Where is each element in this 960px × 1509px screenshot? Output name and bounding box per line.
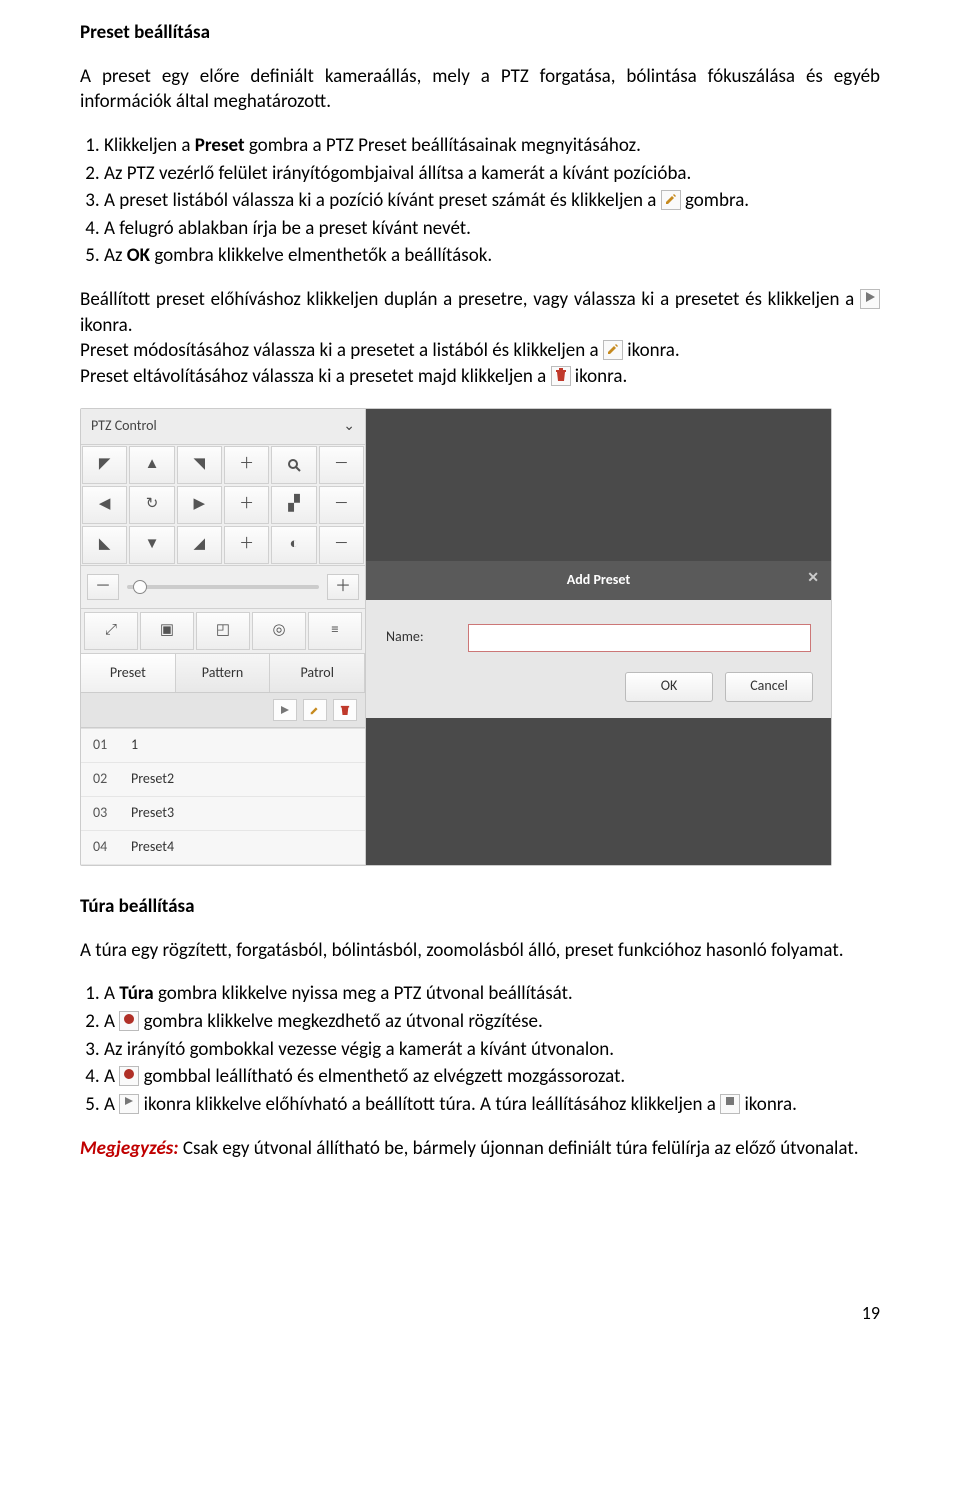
zoom-minus-button[interactable]: － xyxy=(319,446,364,484)
feat-menu-button[interactable]: ≡ xyxy=(308,612,362,650)
step-2: Az PTZ vezérlő felület irányítógombjaiva… xyxy=(104,161,880,187)
ptz-screenshot: PTZ Control ⌄ ◤ ▲ ◥ ＋ － ◀ ↻ ▶ ＋ ▞ － ◣ ▼ … xyxy=(80,408,832,866)
add-preset-dialog: Add Preset ✕ Name: OK Cancel xyxy=(366,561,831,718)
list-item[interactable]: 03Preset3 xyxy=(81,797,365,831)
dialog-header: Add Preset ✕ xyxy=(366,561,831,600)
dir-up-button[interactable]: ▲ xyxy=(129,446,174,484)
edit-icon xyxy=(661,190,681,210)
preset-call-para: Beállított preset előhíváshoz klikkeljen… xyxy=(80,287,880,390)
preset-steps: Klikkeljen a Preset gombra a PTZ Preset … xyxy=(80,133,880,269)
step-4: A felugró ablakban írja be a preset kívá… xyxy=(104,216,880,242)
ok-button[interactable]: OK xyxy=(625,672,713,702)
dir-upleft-button[interactable]: ◤ xyxy=(82,446,127,484)
dir-down-button[interactable]: ▼ xyxy=(129,526,174,564)
tour-intro: A túra egy rögzített, forgatásból, bólin… xyxy=(80,938,880,964)
tour-note: Megjegyzés: Csak egy útvonal állítható b… xyxy=(80,1136,880,1162)
chevron-down-icon: ⌄ xyxy=(343,417,355,436)
preset-delete-button[interactable] xyxy=(333,699,357,721)
record-icon xyxy=(119,1011,139,1031)
tour-step-2: A gombra klikkelve megkezdhető az útvona… xyxy=(104,1009,880,1035)
speed-slider: － ＋ xyxy=(81,565,365,609)
preset-toolbar xyxy=(81,692,365,728)
zoom-plus-button[interactable]: ＋ xyxy=(224,446,269,484)
trash-icon xyxy=(551,366,571,386)
step-3: A preset listából válassza ki a pozíció … xyxy=(104,188,880,214)
feat-center-button[interactable]: ◎ xyxy=(252,612,306,650)
dir-downleft-button[interactable]: ◣ xyxy=(82,526,127,564)
list-item[interactable]: 02Preset2 xyxy=(81,763,365,797)
section-title-preset: Preset beállítása xyxy=(80,20,880,46)
preset-name-input[interactable] xyxy=(468,624,811,652)
cancel-button[interactable]: Cancel xyxy=(725,672,813,702)
tour-step-3: Az irányító gombokkal vezesse végig a ka… xyxy=(104,1037,880,1063)
dir-upright-button[interactable]: ◥ xyxy=(177,446,222,484)
speed-minus-button[interactable]: － xyxy=(87,574,119,600)
tab-patrol[interactable]: Patrol xyxy=(270,654,365,693)
note-label: Megjegyzés: xyxy=(80,1137,179,1160)
preset-call-button[interactable] xyxy=(273,699,297,721)
feat-frame-button[interactable]: ▣ xyxy=(140,612,194,650)
section-title-tour: Túra beállítása xyxy=(80,894,880,920)
dir-right-button[interactable]: ▶ xyxy=(177,486,222,524)
iris-minus-button[interactable]: － xyxy=(319,526,364,564)
preset-edit-button[interactable] xyxy=(303,699,327,721)
name-label: Name: xyxy=(386,628,454,647)
tour-step-4: A gombbal leállítható és elmenthető az e… xyxy=(104,1064,880,1090)
ptz-panel: PTZ Control ⌄ ◤ ▲ ◥ ＋ － ◀ ↻ ▶ ＋ ▞ － ◣ ▼ … xyxy=(81,409,366,865)
list-item[interactable]: 04Preset4 xyxy=(81,831,365,865)
ptz-tabs: Preset Pattern Patrol xyxy=(81,653,365,693)
list-item[interactable]: 011 xyxy=(81,729,365,763)
iris-plus-button[interactable]: ＋ xyxy=(224,526,269,564)
zoom-icon[interactable] xyxy=(271,446,316,484)
ptz-title: PTZ Control xyxy=(91,417,157,436)
ptz-preview: Add Preset ✕ Name: OK Cancel xyxy=(366,409,831,865)
edit-icon xyxy=(603,340,623,360)
tour-step-1: A Túra gombra klikkelve nyissa meg a PTZ… xyxy=(104,981,880,1007)
focus-plus-button[interactable]: ＋ xyxy=(224,486,269,524)
feat-3d-button[interactable]: ◰ xyxy=(196,612,250,650)
stop-icon xyxy=(720,1094,740,1114)
tour-steps: A Túra gombra klikkelve nyissa meg a PTZ… xyxy=(80,981,880,1117)
preset-intro: A preset egy előre definiált kameraállás… xyxy=(80,64,880,115)
dir-left-button[interactable]: ◀ xyxy=(82,486,127,524)
step-5: Az OK gombra klikkelve elmenthetők a beá… xyxy=(104,243,880,269)
dialog-title: Add Preset xyxy=(567,571,630,590)
tour-step-5: A ikonra klikkelve előhívható a beállíto… xyxy=(104,1092,880,1118)
focus-icon[interactable]: ▞ xyxy=(271,486,316,524)
play-icon xyxy=(860,289,880,309)
dir-auto-button[interactable]: ↻ xyxy=(129,486,174,524)
ptz-header[interactable]: PTZ Control ⌄ xyxy=(81,409,365,445)
page-number: 19 xyxy=(80,1301,880,1325)
tab-preset[interactable]: Preset xyxy=(81,654,176,693)
dir-downright-button[interactable]: ◢ xyxy=(177,526,222,564)
iris-icon[interactable]: ◐ xyxy=(271,526,316,564)
record-icon xyxy=(119,1066,139,1086)
speed-plus-button[interactable]: ＋ xyxy=(327,574,359,600)
close-icon[interactable]: ✕ xyxy=(807,569,819,588)
preset-list: 011 02Preset2 03Preset3 04Preset4 xyxy=(81,728,365,865)
play-icon xyxy=(119,1094,139,1114)
feat-light-button[interactable]: ⤢ xyxy=(84,612,138,650)
focus-minus-button[interactable]: － xyxy=(319,486,364,524)
speed-track[interactable] xyxy=(127,585,319,589)
ptz-dir-grid: ◤ ▲ ◥ ＋ － ◀ ↻ ▶ ＋ ▞ － ◣ ▼ ◢ ＋ ◐ － xyxy=(81,445,365,565)
step-1: Klikkeljen a Preset gombra a PTZ Preset … xyxy=(104,133,880,159)
tab-pattern[interactable]: Pattern xyxy=(176,654,271,693)
